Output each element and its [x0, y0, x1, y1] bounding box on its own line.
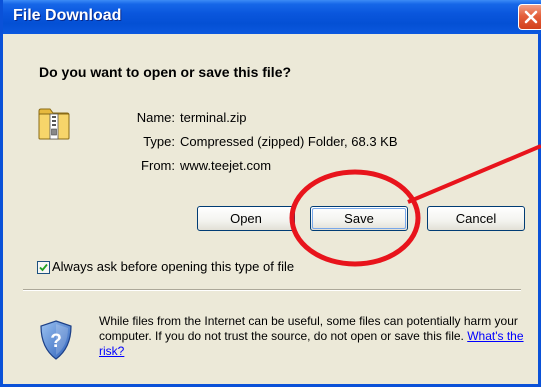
close-button[interactable]	[518, 4, 541, 30]
file-type-row: Type: Compressed (zipped) Folder, 68.3 KB	[115, 134, 398, 149]
always-ask-checkbox[interactable]	[37, 261, 50, 275]
file-name-row: Name: terminal.zip	[115, 110, 247, 125]
dialog-title: File Download	[13, 7, 122, 24]
from-label: From:	[141, 158, 175, 173]
file-name-value: terminal.zip	[180, 110, 247, 125]
always-ask-option[interactable]: Always ask before opening this type of f…	[37, 259, 294, 275]
checkmark-icon	[39, 263, 48, 272]
file-source-row: From: www.teejet.com	[115, 158, 271, 173]
open-button[interactable]: Open	[197, 206, 295, 231]
security-warning: While files from the Internet can be use…	[99, 314, 529, 359]
name-label: Name:	[136, 110, 175, 125]
file-source-value: www.teejet.com	[180, 158, 272, 173]
cancel-button[interactable]: Cancel	[427, 206, 525, 231]
dialog-question: Do you want to open or save this file?	[39, 64, 292, 80]
file-type-value: Compressed (zipped) Folder, 68.3 KB	[180, 134, 398, 149]
security-shield-icon: ?	[40, 320, 72, 360]
type-label: Type:	[143, 134, 175, 149]
zip-folder-icon	[38, 108, 70, 140]
file-download-dialog: File Download Do you want to open or sav…	[0, 0, 541, 387]
title-bar[interactable]: File Download	[3, 0, 541, 34]
close-icon	[524, 10, 538, 24]
always-ask-label[interactable]: Always ask before opening this type of f…	[52, 259, 294, 274]
warning-text: While files from the Internet can be use…	[99, 314, 518, 343]
svg-text:?: ?	[50, 331, 62, 352]
save-button[interactable]: Save	[310, 206, 408, 231]
divider	[23, 289, 521, 291]
